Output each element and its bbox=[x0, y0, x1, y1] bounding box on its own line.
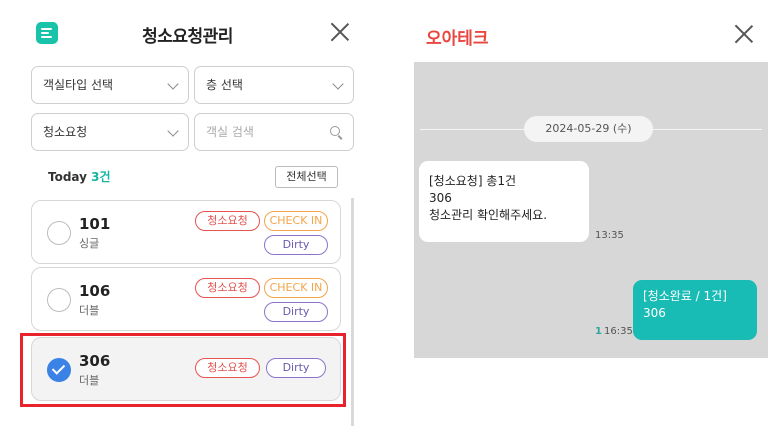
scrollbar[interactable] bbox=[351, 198, 354, 426]
chevron-down-icon bbox=[167, 78, 179, 90]
chat-title: 오아테크 bbox=[426, 29, 489, 49]
date-badge: 2024-05-29 (수) bbox=[524, 116, 653, 142]
room-radio[interactable] bbox=[47, 221, 71, 245]
request-badge: 청소요청 bbox=[195, 211, 260, 231]
select-all-button[interactable]: 전체선택 bbox=[275, 166, 338, 188]
room-number: 106 bbox=[79, 282, 111, 300]
selection-highlight bbox=[20, 333, 346, 407]
room-card-106[interactable]: 106 더블 청소요청 CHECK IN Dirty bbox=[31, 267, 341, 331]
outgoing-message: [청소완료 / 1건] 306 bbox=[633, 280, 757, 340]
incoming-line-1: [청소요청] 총1건 bbox=[429, 174, 517, 188]
room-search-input[interactable]: 객실 검색 bbox=[194, 113, 354, 151]
outgoing-line-2: 306 bbox=[643, 306, 666, 320]
request-status-select[interactable]: 청소요청 bbox=[31, 113, 189, 151]
room-type-select-label: 객실타입 선택 bbox=[43, 78, 114, 92]
close-icon[interactable] bbox=[734, 24, 754, 44]
search-icon[interactable] bbox=[330, 126, 340, 136]
incoming-message: [청소요청] 총1건 306 청소관리 확인해주세요. bbox=[419, 161, 589, 242]
chat-area: 2024-05-29 (수) [청소요청] 총1건 306 청소관리 확인해주세… bbox=[414, 62, 768, 358]
room-card-101[interactable]: 101 싱글 청소요청 CHECK IN Dirty bbox=[31, 200, 341, 264]
floor-select[interactable]: 층 선택 bbox=[194, 66, 354, 104]
dirty-badge: Dirty bbox=[264, 302, 328, 322]
room-number: 101 bbox=[79, 215, 111, 233]
close-icon[interactable] bbox=[330, 22, 350, 42]
request-status-select-label: 청소요청 bbox=[43, 125, 88, 139]
incoming-time: 13:35 bbox=[595, 230, 624, 241]
room-type: 싱글 bbox=[79, 237, 100, 250]
chevron-down-icon bbox=[332, 78, 344, 90]
request-badge: 청소요청 bbox=[195, 278, 260, 298]
cleaning-request-panel: 청소요청관리 객실타입 선택 층 선택 청소요청 객실 검색 Today 3건 … bbox=[0, 0, 375, 428]
room-type: 더블 bbox=[79, 304, 100, 317]
outgoing-time: 16:35 bbox=[604, 326, 633, 337]
room-type-select[interactable]: 객실타입 선택 bbox=[31, 66, 189, 104]
read-count: 1 bbox=[595, 326, 602, 337]
dirty-badge: Dirty bbox=[264, 235, 328, 255]
incoming-line-3: 청소관리 확인해주세요. bbox=[429, 208, 548, 222]
today-count: Today 3건 bbox=[48, 168, 111, 185]
chevron-down-icon bbox=[167, 125, 179, 137]
page-title: 청소요청관리 bbox=[142, 27, 233, 47]
room-radio[interactable] bbox=[47, 288, 71, 312]
today-count-value: 3건 bbox=[91, 170, 111, 184]
today-label: Today bbox=[48, 170, 87, 184]
outgoing-line-1: [청소완료 / 1건] bbox=[643, 289, 727, 303]
floor-select-label: 층 선택 bbox=[206, 78, 243, 92]
incoming-line-2: 306 bbox=[429, 191, 452, 205]
checkin-badge: CHECK IN bbox=[264, 278, 328, 298]
checkin-badge: CHECK IN bbox=[264, 211, 328, 231]
room-search-placeholder: 객실 검색 bbox=[206, 125, 254, 139]
